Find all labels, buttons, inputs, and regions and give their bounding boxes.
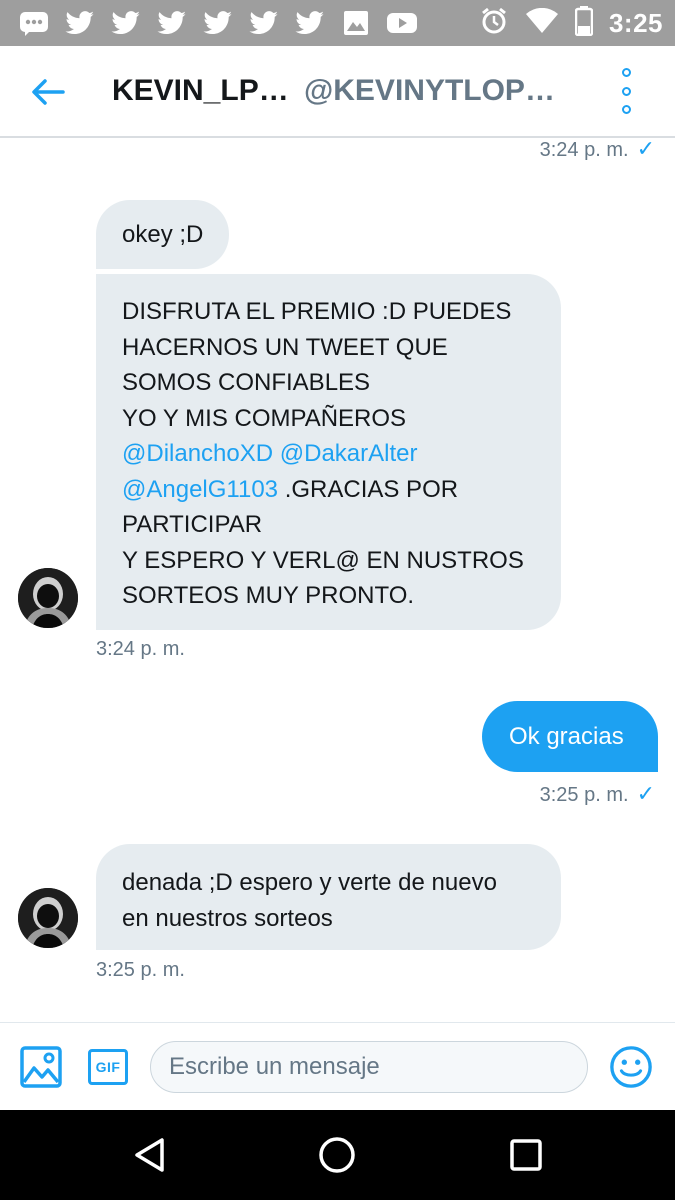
message-list[interactable]: 3:24 p. m. ✓ okey ;D DISFRUTA EL PREMIO :…	[0, 138, 675, 1022]
avatar[interactable]	[18, 888, 78, 948]
square-recents-icon	[510, 1139, 542, 1171]
conversation-header: KEVIN_LP… @KEVINYTLOP…	[0, 46, 675, 138]
incoming-message-bubble[interactable]: okey ;D	[96, 200, 230, 269]
status-time: 3:25	[608, 8, 663, 38]
mentions-line: @DilanchoXD @DakarAlter	[122, 436, 535, 472]
more-dot-icon	[621, 105, 631, 114]
message-composer: GIF	[0, 1022, 675, 1111]
youtube-icon	[386, 8, 418, 38]
notification-icons	[18, 8, 418, 38]
twitter-icon	[110, 8, 142, 38]
sent-check-icon: ✓	[636, 138, 655, 161]
mention-link[interactable]: @DakarAlter	[280, 440, 418, 467]
incoming-message-bubble[interactable]: denada ;D espero y verte de nuevo en nue…	[96, 844, 561, 950]
android-nav-bar	[0, 1110, 675, 1200]
incoming-message-bubble[interactable]: DISFRUTA EL PREMIO :D PUEDES HACERNOS UN…	[96, 274, 561, 630]
outgoing-message-bubble[interactable]: Ok gracias	[482, 701, 658, 772]
nav-home-button[interactable]	[317, 1135, 357, 1175]
triangle-back-icon	[135, 1138, 164, 1172]
mention-link[interactable]: @DilanchoXD	[122, 440, 273, 467]
more-dot-icon	[621, 68, 631, 77]
contact-name[interactable]: KEVIN_LP…	[112, 74, 289, 108]
image-icon	[20, 1046, 62, 1088]
status-bar: 3:25	[0, 0, 675, 46]
twitter-icon	[156, 8, 188, 38]
messaging-icon	[18, 8, 50, 38]
emoji-button[interactable]	[609, 1045, 653, 1089]
back-button[interactable]	[28, 72, 68, 112]
sent-check-icon: ✓	[636, 781, 655, 806]
more-options-button[interactable]	[615, 68, 637, 114]
smiley-icon	[610, 1046, 652, 1088]
alarm-icon	[479, 6, 509, 41]
battery-icon	[574, 6, 594, 41]
add-gif-button[interactable]: GIF	[86, 1045, 130, 1089]
avatar[interactable]	[18, 568, 78, 628]
message-timestamp: 3:25 p. m.	[96, 959, 185, 981]
message-input[interactable]	[150, 1041, 588, 1093]
avatar-image	[18, 568, 78, 628]
nav-recents-button[interactable]	[506, 1135, 546, 1175]
contact-handle[interactable]: @KEVINYTLOP…	[304, 74, 555, 108]
message-timestamp: 3:24 p. m.	[96, 638, 185, 660]
twitter-icon	[294, 8, 326, 38]
twitter-icon	[202, 8, 234, 38]
system-status: 3:25	[479, 6, 663, 41]
twitter-icon	[248, 8, 280, 38]
gif-icon: GIF	[88, 1049, 128, 1085]
mention-link[interactable]: @AngelG1103	[122, 476, 278, 503]
wifi-icon	[525, 7, 559, 39]
avatar-image	[18, 888, 78, 948]
twitter-icon	[64, 8, 96, 38]
add-photo-button[interactable]	[19, 1045, 63, 1089]
back-arrow-icon	[32, 79, 65, 105]
message-timestamp: 3:24 p. m. ✓	[539, 138, 655, 161]
more-dot-icon	[621, 86, 631, 96]
nav-back-button[interactable]	[130, 1135, 170, 1175]
circle-home-icon	[319, 1137, 355, 1173]
mentions-line: @AngelG1103 .GRACIAS POR	[122, 475, 459, 503]
image-icon	[340, 8, 372, 38]
message-timestamp: 3:25 p. m. ✓	[539, 781, 655, 806]
